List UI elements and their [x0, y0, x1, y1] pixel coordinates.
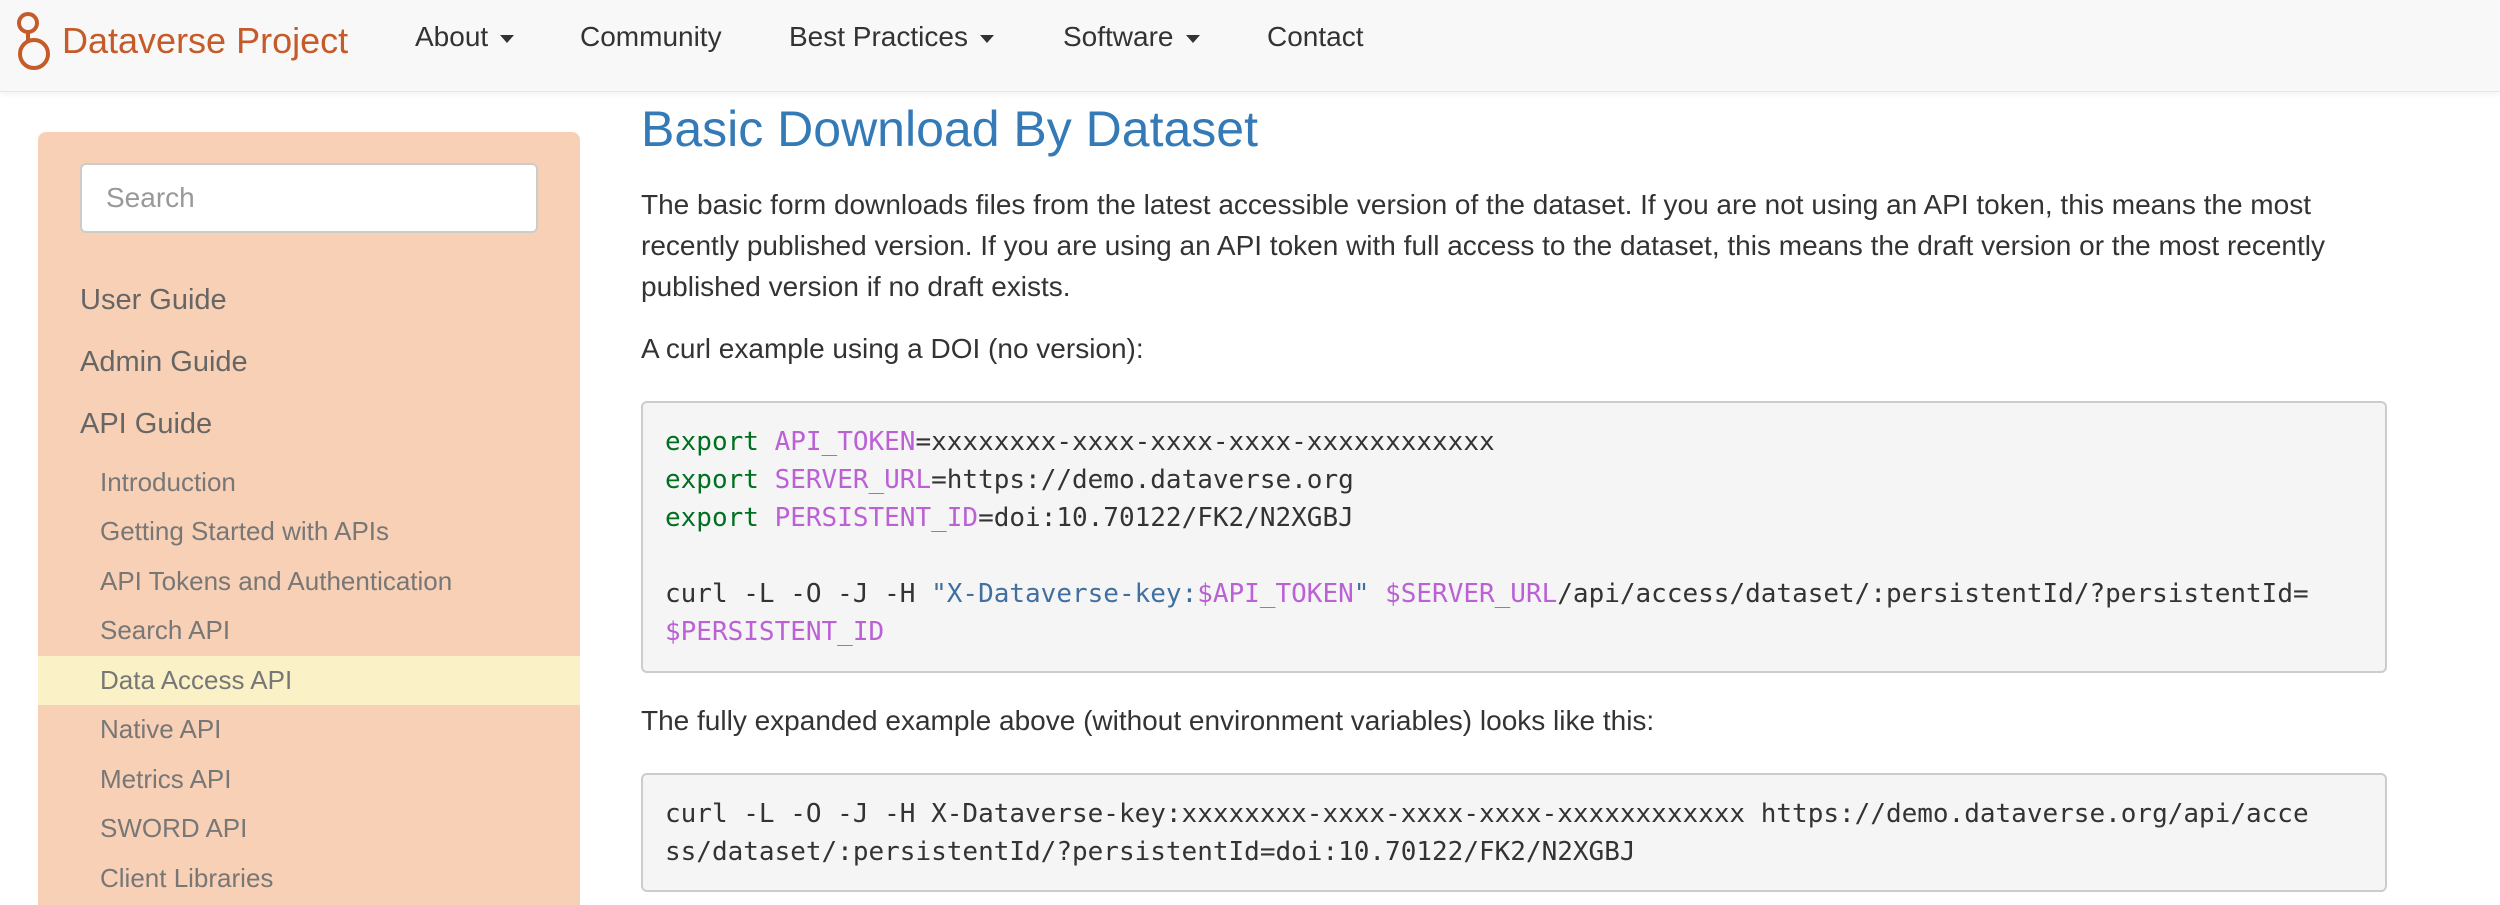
sidebar-item-metrics-api[interactable]: Metrics API	[38, 755, 580, 804]
sidebar-item-getting-started[interactable]: Getting Started with APIs	[38, 507, 580, 556]
code-variable: SERVER_URL	[774, 465, 932, 495]
code-string: "X-Dataverse-key:	[931, 579, 1198, 609]
caret-down-icon	[500, 35, 515, 43]
expanded-example-label: The fully expanded example above (withou…	[641, 705, 1655, 736]
main-content: Basic Download By Dataset The basic form…	[641, 0, 2441, 905]
intro-paragraph: The basic form downloads files from the …	[641, 189, 2325, 302]
code-keyword: export	[665, 427, 759, 457]
sidebar-item-search-api[interactable]: Search API	[38, 606, 580, 655]
nav-about-label: About	[415, 21, 489, 52]
sidebar: User Guide Admin Guide API Guide Introdu…	[38, 132, 580, 905]
code-text: =xxxxxxxx-xxxx-xxxx-xxxx-xxxxxxxxxxxx	[915, 427, 1495, 457]
code-variable: $PERSISTENT_ID	[665, 617, 885, 647]
code-variable: PERSISTENT_ID	[774, 503, 979, 533]
brand-link[interactable]: Dataverse Project	[14, 6, 348, 76]
sidebar-item-introduction[interactable]: Introduction	[38, 458, 580, 507]
sidebar-item-user-guide[interactable]: User Guide	[80, 284, 227, 317]
code-variable: $API_TOKEN	[1197, 579, 1354, 609]
code-block-expanded[interactable]: curl -L -O -J -H X-Dataverse-key:xxxxxxx…	[641, 773, 2387, 892]
curl-example-label: A curl example using a DOI (no version):	[641, 333, 1144, 364]
code-keyword: export	[665, 503, 759, 533]
sidebar-item-api-guide[interactable]: API Guide	[80, 408, 212, 441]
page-title: Basic Download By Dataset	[641, 101, 1258, 157]
code-text: /api/access/dataset/:persistentId/?persi…	[1557, 579, 2309, 609]
nav-about[interactable]: About	[415, 0, 515, 74]
sidebar-item-admin-guide[interactable]: Admin Guide	[80, 346, 248, 379]
code-text: curl -L -O -J -H X-Dataverse-key:xxxxxxx…	[665, 799, 2309, 829]
sidebar-item-native-api[interactable]: Native API	[38, 705, 580, 754]
sidebar-item-client-libraries[interactable]: Client Libraries	[38, 854, 580, 903]
code-text: =doi:10.70122/FK2/N2XGBJ	[978, 503, 1354, 533]
sidebar-item-api-tokens[interactable]: API Tokens and Authentication	[38, 557, 580, 606]
code-variable: $SERVER_URL	[1385, 579, 1558, 609]
sidebar-item-data-access-api[interactable]: Data Access API	[38, 656, 580, 705]
code-text: ss/dataset/:persistentId/?persistentId=d…	[665, 837, 1636, 867]
code-variable: API_TOKEN	[774, 427, 916, 457]
brand-name: Dataverse Project	[62, 20, 349, 61]
search-input[interactable]	[80, 163, 538, 233]
dataverse-logo-icon	[17, 12, 50, 70]
code-text: =https://demo.dataverse.org	[931, 465, 1354, 495]
sidebar-item-sword-api[interactable]: SWORD API	[38, 804, 580, 853]
code-string: "	[1353, 579, 1370, 609]
code-keyword: export	[665, 465, 759, 495]
code-block-env[interactable]: export API_TOKEN=xxxxxxxx-xxxx-xxxx-xxxx…	[641, 401, 2387, 673]
code-text: curl -L -O -J -H	[665, 579, 932, 609]
